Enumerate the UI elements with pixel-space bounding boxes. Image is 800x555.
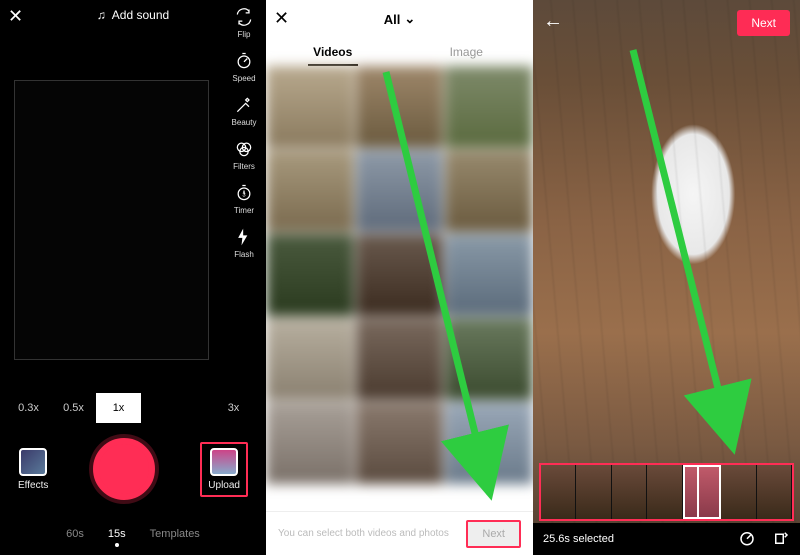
zoom-1x[interactable]: 1x	[96, 393, 141, 423]
rail-timer[interactable]: 3 Timer	[233, 182, 255, 215]
next-button[interactable]: Next	[466, 520, 521, 548]
close-button[interactable]: ✕	[274, 8, 289, 29]
media-cell[interactable]	[445, 318, 533, 400]
album-dropdown[interactable]: All ⌄	[384, 11, 416, 27]
effects-label: Effects	[18, 480, 48, 491]
media-cell[interactable]	[266, 402, 354, 484]
media-grid[interactable]	[266, 66, 533, 511]
record-button[interactable]	[93, 438, 155, 500]
mode-selector: 60s 15s Templates	[0, 528, 266, 547]
zoom-selector: 0.3x 0.5x 1x 3x	[0, 388, 266, 428]
selected-duration: 25.6s selected	[543, 533, 614, 545]
album-label: All	[384, 12, 401, 27]
editor-footer: 25.6s selected	[533, 523, 800, 555]
rail-label: Flip	[238, 30, 251, 39]
flip-icon	[233, 6, 255, 28]
speed-tool-icon[interactable]	[738, 529, 756, 550]
media-cell[interactable]	[356, 150, 444, 232]
rail-label: Filters	[233, 162, 255, 171]
camera-tool-rail: Flip Speed Beauty Filters 3 Timer Flash	[226, 6, 262, 259]
svg-text:3: 3	[242, 192, 245, 198]
media-cell[interactable]	[445, 234, 533, 316]
next-button[interactable]: Next	[737, 10, 790, 36]
media-cell[interactable]	[266, 66, 354, 148]
timeline-clip[interactable]	[576, 465, 611, 519]
media-cell[interactable]	[266, 234, 354, 316]
media-cell[interactable]	[356, 234, 444, 316]
timer-icon: 3	[233, 182, 255, 204]
camera-viewfinder	[14, 80, 209, 360]
music-icon: ♫	[97, 8, 106, 22]
media-cell[interactable]	[356, 66, 444, 148]
media-cell[interactable]	[356, 402, 444, 484]
rail-filters[interactable]: Filters	[233, 138, 255, 171]
add-sound-label: Add sound	[112, 8, 169, 22]
rail-label: Speed	[232, 74, 255, 83]
rail-label: Timer	[234, 206, 254, 215]
timeline-clip[interactable]	[647, 465, 682, 519]
timeline-clip[interactable]	[721, 465, 756, 519]
rail-label: Beauty	[232, 118, 257, 127]
rail-flash[interactable]: Flash	[233, 226, 255, 259]
upload-button[interactable]: Upload	[200, 442, 248, 497]
zoom-0_5x[interactable]: 0.5x	[51, 393, 96, 423]
timeline-playhead[interactable]	[697, 465, 699, 519]
picker-footer: You can select both videos and photos Ne…	[266, 511, 533, 555]
tab-videos[interactable]: Videos	[266, 38, 400, 66]
filters-icon	[233, 138, 255, 160]
timeline-clip[interactable]	[612, 465, 647, 519]
rail-beauty[interactable]: Beauty	[232, 94, 257, 127]
picker-tabs: Videos Image	[266, 38, 533, 66]
mode-60s[interactable]: 60s	[66, 528, 84, 547]
zoom-0_3x[interactable]: 0.3x	[6, 393, 51, 423]
media-cell[interactable]	[356, 318, 444, 400]
editor-panel: ← Next 25.6s selected	[533, 0, 800, 555]
media-cell[interactable]	[266, 318, 354, 400]
upload-label: Upload	[208, 480, 240, 491]
mode-15s[interactable]: 15s	[108, 528, 126, 547]
timeline-strip[interactable]	[541, 465, 792, 519]
media-cell[interactable]	[266, 150, 354, 232]
editor-actions	[738, 529, 790, 550]
effects-button[interactable]: Effects	[18, 448, 48, 491]
media-picker-panel: ✕ All ⌄ Videos Image You can select both…	[266, 0, 533, 555]
media-cell[interactable]	[445, 66, 533, 148]
media-cell[interactable]	[445, 402, 533, 484]
rail-flip[interactable]: Flip	[233, 6, 255, 39]
chevron-down-icon: ⌄	[404, 11, 415, 27]
flash-icon	[233, 226, 255, 248]
camera-panel: ✕ ♫ Add sound Flip Speed Beauty Filters …	[0, 0, 266, 555]
beauty-icon	[233, 94, 255, 116]
picker-header: ✕ All ⌄	[266, 0, 533, 38]
zoom-3x[interactable]: 3x	[211, 393, 256, 423]
timeline-clip[interactable]	[683, 465, 721, 519]
rail-label: Flash	[234, 250, 254, 259]
close-button[interactable]: ✕	[8, 6, 23, 27]
rotate-tool-icon[interactable]	[772, 529, 790, 550]
speed-icon	[233, 50, 255, 72]
timeline-clip[interactable]	[757, 465, 792, 519]
camera-bottom-bar: Effects Upload	[0, 434, 266, 504]
upload-icon	[210, 448, 238, 476]
media-cell[interactable]	[445, 150, 533, 232]
effects-icon	[19, 448, 47, 476]
back-button[interactable]: ←	[543, 10, 563, 33]
picker-hint: You can select both videos and photos	[278, 528, 449, 539]
tab-image[interactable]: Image	[400, 38, 534, 66]
add-sound-button[interactable]: ♫ Add sound	[97, 8, 169, 22]
rail-speed[interactable]: Speed	[232, 50, 255, 83]
mode-templates[interactable]: Templates	[150, 528, 200, 547]
timeline-clip[interactable]	[541, 465, 576, 519]
